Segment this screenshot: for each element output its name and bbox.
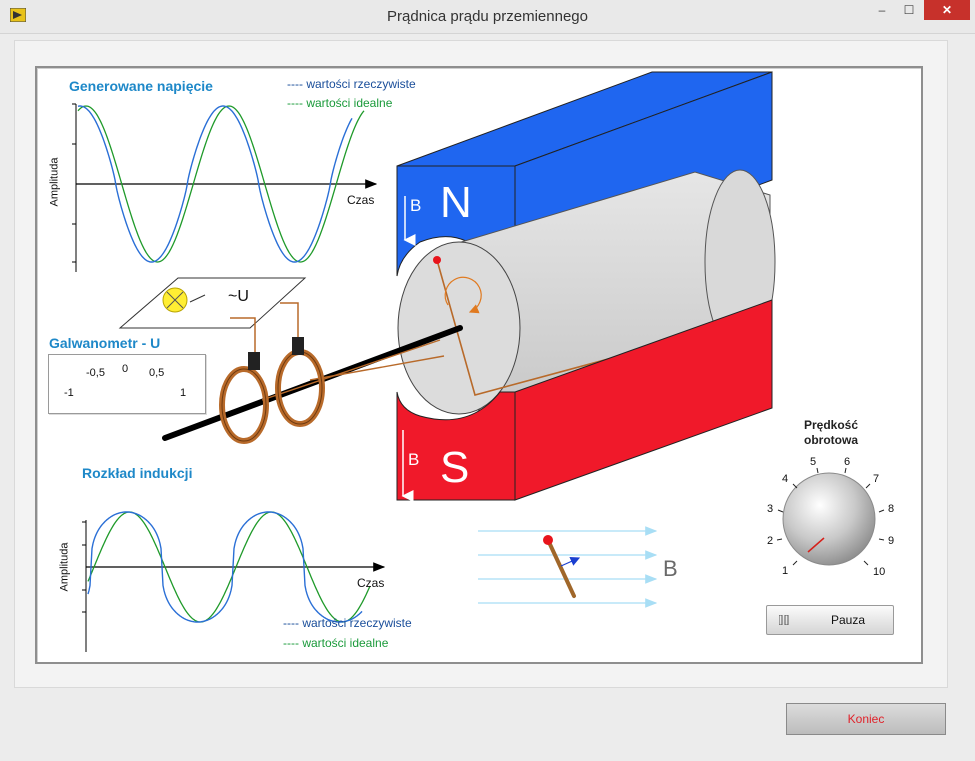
- galvanometer-tick-1: 1: [180, 387, 187, 399]
- vector-field-label: B: [663, 556, 678, 581]
- speed-tick-10: 10: [873, 566, 886, 578]
- voltage-legend-real: ---- wartości rzeczywiste: [287, 77, 416, 91]
- speed-knob-title-line2: obrotowa: [804, 433, 858, 447]
- pause-icon: [779, 615, 789, 625]
- induction-plot-title: Rozkład indukcji: [82, 465, 193, 481]
- north-pole-label: N: [440, 178, 472, 227]
- speed-tick-7: 7: [873, 473, 880, 485]
- galvanometer-title: Galwanometr - U: [49, 335, 161, 351]
- induction-xlabel: Czas: [357, 576, 385, 590]
- induction-plot-axes: [82, 520, 386, 652]
- voltage-ylabel: Amplituda: [48, 157, 61, 207]
- voltage-plot-title: Generowane napięcie: [69, 78, 213, 94]
- speed-knob-dial[interactable]: [782, 472, 876, 566]
- speed-tick-8: 8: [888, 503, 895, 515]
- exit-button[interactable]: Koniec: [786, 703, 946, 735]
- speed-tick-1: 1: [782, 565, 789, 577]
- speed-tick-2: 2: [767, 535, 774, 547]
- pause-button[interactable]: Pauza: [766, 605, 894, 635]
- south-field-label: B: [408, 450, 420, 469]
- field-vector-diagram: [478, 526, 658, 608]
- galvanometer-tick-05: 0,5: [149, 367, 165, 379]
- lamp-icon: [162, 287, 188, 313]
- speed-tick-4: 4: [782, 473, 789, 485]
- speed-tick-9: 9: [888, 535, 895, 547]
- north-field-label: B: [410, 196, 422, 215]
- speed-tick-6: 6: [844, 456, 851, 468]
- voltage-plot-axes: [72, 103, 378, 272]
- galvanometer-tick-neg05: -0,5: [86, 367, 105, 379]
- galvanometer-tick-0: 0: [122, 363, 129, 375]
- speed-knob-title-line1: Prędkość: [803, 418, 859, 432]
- induction-legend-real: ---- wartości rzeczywiste: [283, 616, 412, 630]
- voltage-label: ~U: [228, 288, 249, 305]
- speed-tick-3: 3: [767, 503, 774, 515]
- pause-button-label: Pauza: [830, 613, 866, 627]
- voltage-legend-ideal: ---- wartości idealne: [287, 96, 393, 110]
- galvanometer-tick-neg1: -1: [64, 387, 74, 399]
- induction-ylabel: Amplituda: [58, 542, 71, 592]
- speed-tick-5: 5: [810, 456, 817, 468]
- voltage-xlabel: Czas: [347, 193, 375, 207]
- south-pole-label: S: [440, 443, 470, 492]
- induction-legend-ideal: ---- wartości idealne: [283, 636, 389, 650]
